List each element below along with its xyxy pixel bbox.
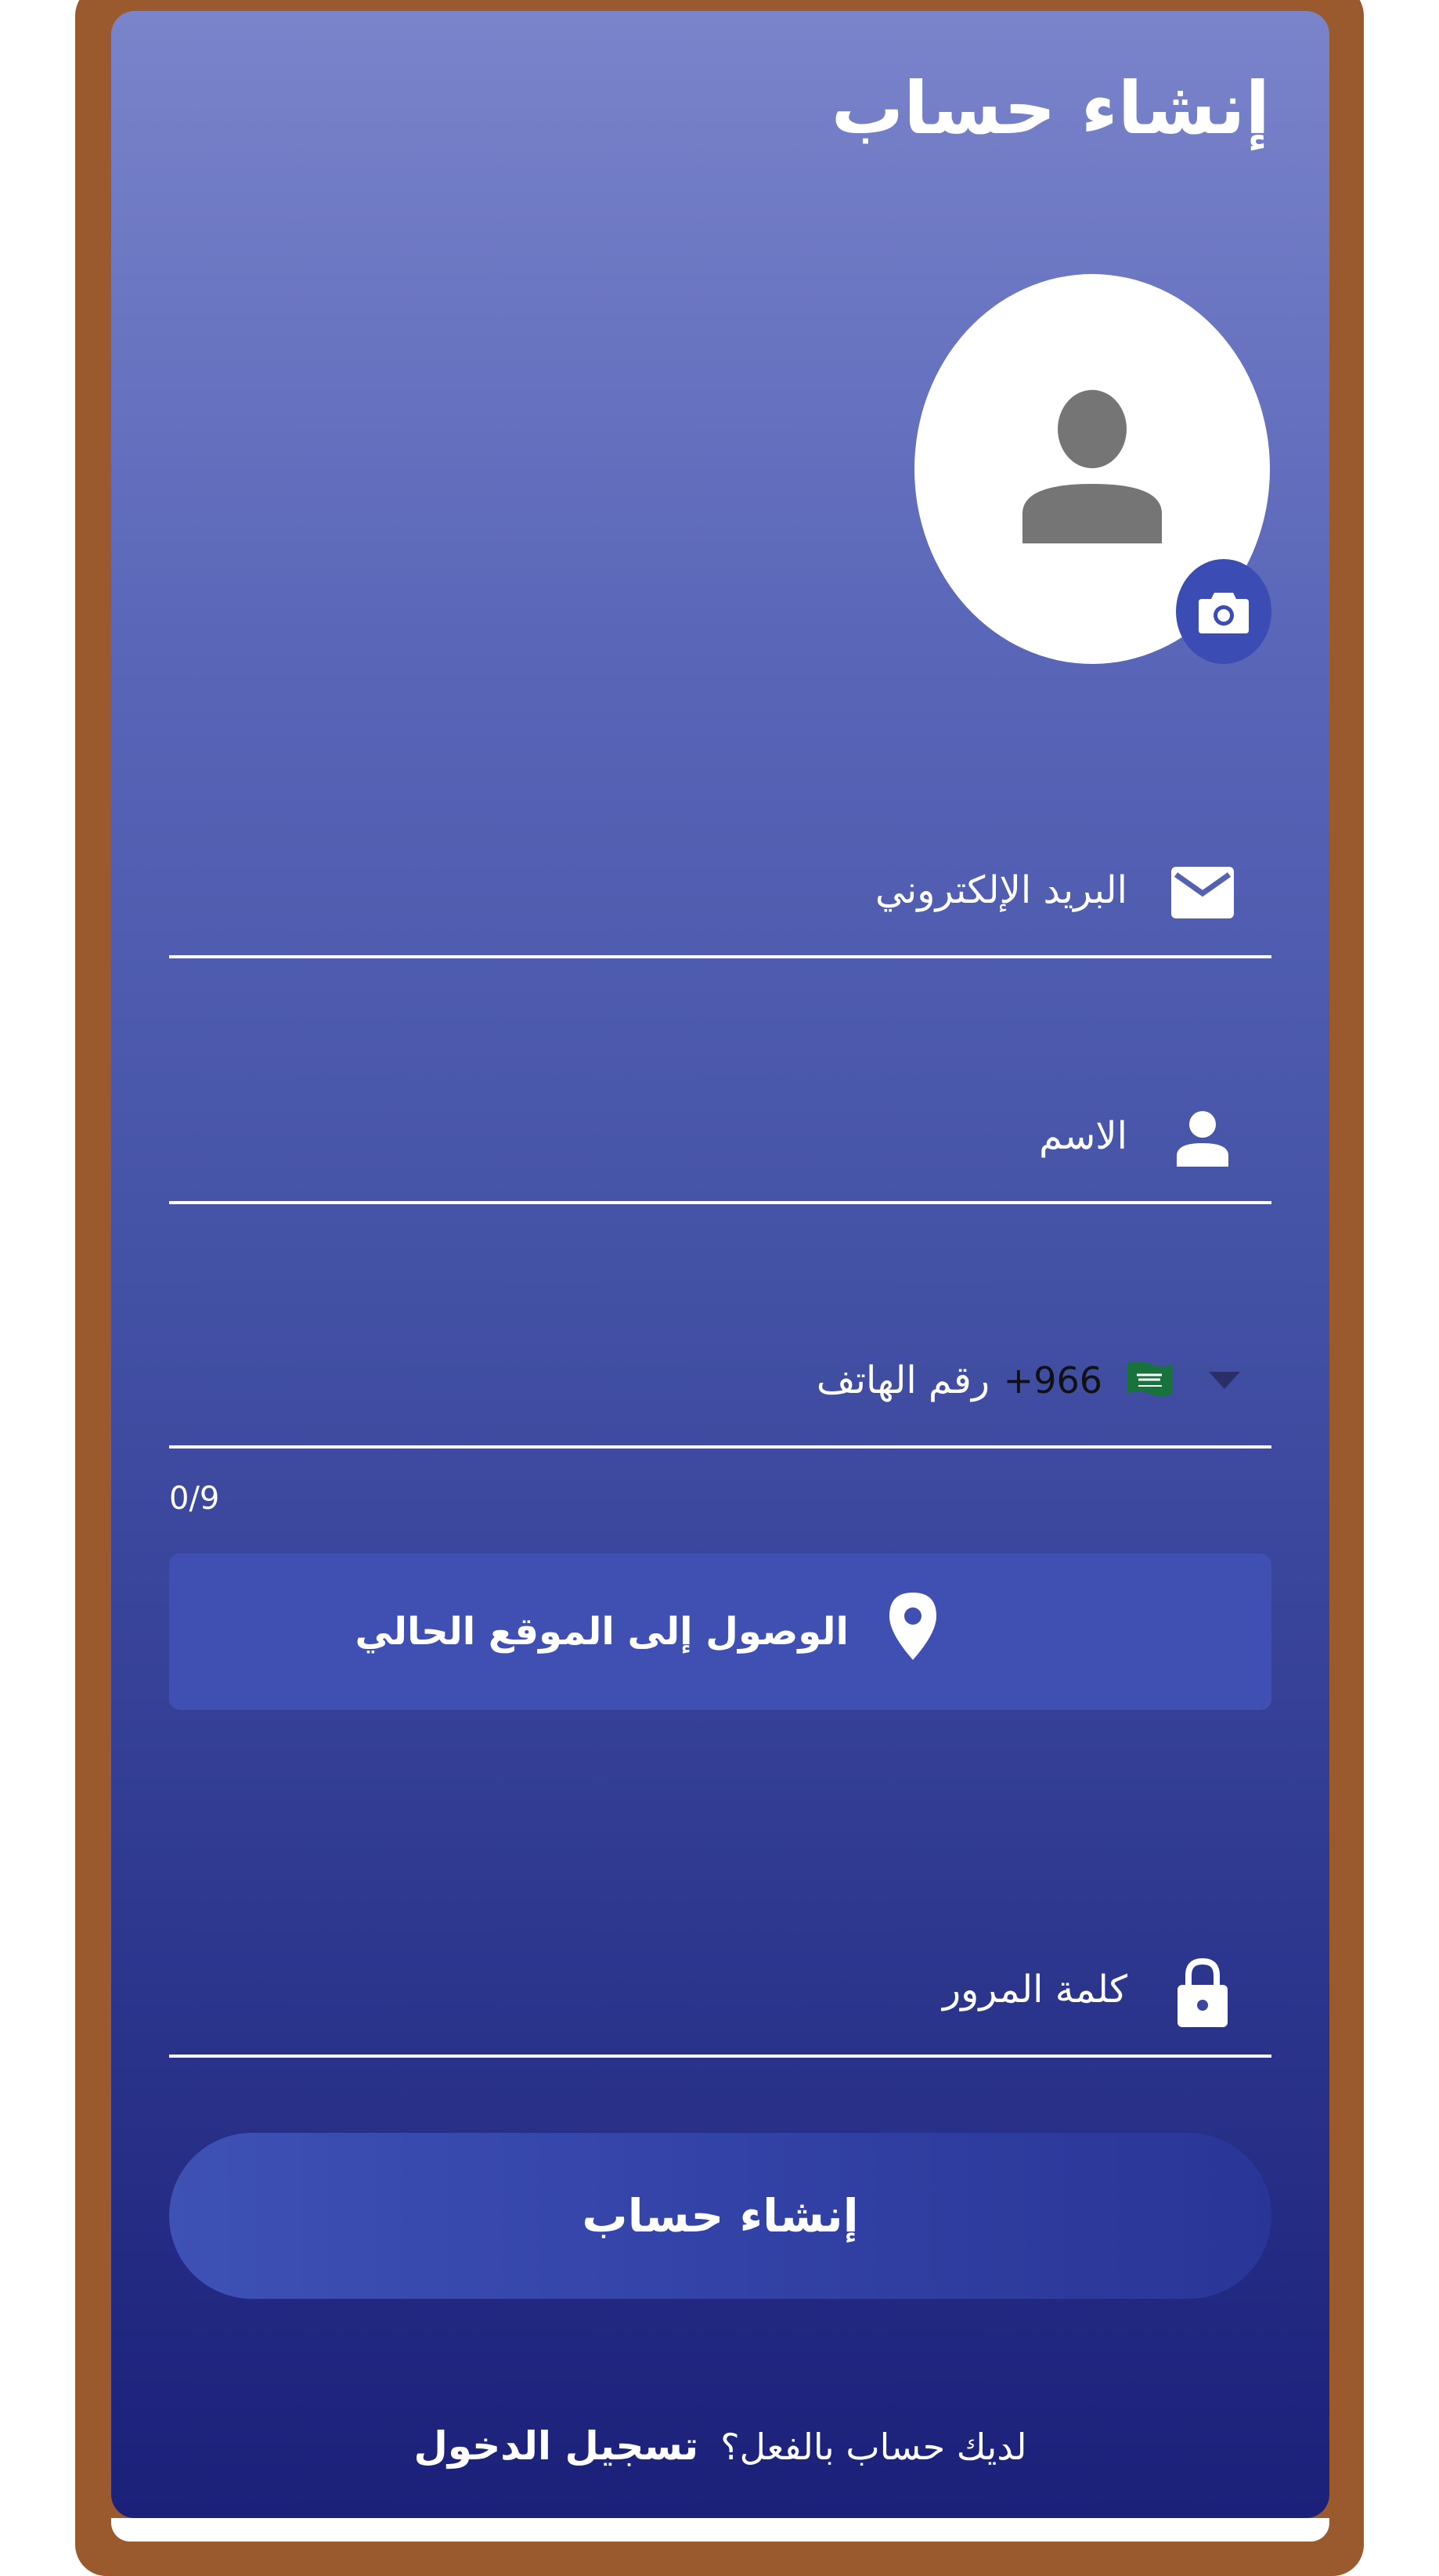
phone-field[interactable]: +966 رقم الهاتف bbox=[169, 1304, 1271, 1449]
camera-icon bbox=[1199, 593, 1249, 633]
login-link[interactable]: تسجيل الدخول bbox=[413, 2423, 698, 2469]
login-prompt: لديك حساب بالفعل؟ تسجيل الدخول bbox=[111, 2415, 1329, 2478]
phone-label: رقم الهاتف bbox=[816, 1358, 990, 1402]
chevron-down-icon[interactable] bbox=[1209, 1372, 1240, 1389]
password-label: كلمة المرور bbox=[942, 1968, 1127, 2011]
person-icon bbox=[1171, 1107, 1234, 1170]
current-location-label: الوصول إلى الموقع الحالي bbox=[355, 1610, 849, 1654]
phone-char-counter: 0/9 bbox=[169, 1481, 220, 1517]
email-label: البريد الإلكتروني bbox=[875, 868, 1127, 912]
email-field[interactable]: البريد الإلكتروني bbox=[169, 814, 1271, 958]
login-prompt-text: لديك حساب بالفعل؟ bbox=[720, 2426, 1027, 2468]
current-location-button[interactable]: الوصول إلى الموقع الحالي bbox=[169, 1553, 1271, 1710]
create-account-label: إنشاء حساب bbox=[582, 2189, 859, 2242]
password-field[interactable]: كلمة المرور bbox=[169, 1914, 1271, 2058]
phone-row: +966 رقم الهاتف bbox=[169, 1304, 1271, 1445]
map-pin-icon bbox=[889, 1593, 936, 1663]
change-photo-button[interactable] bbox=[1176, 559, 1271, 664]
page-title: إنشاء حساب bbox=[831, 67, 1270, 150]
signup-screen: إنشاء حساب البريد الإلكتروني الاسم +966 … bbox=[111, 11, 1329, 2518]
envelope-icon bbox=[1171, 861, 1234, 924]
name-label: الاسم bbox=[1039, 1114, 1127, 1158]
saudi-flag-icon[interactable] bbox=[1126, 1359, 1174, 1398]
create-account-button[interactable]: إنشاء حساب bbox=[169, 2133, 1271, 2299]
name-field[interactable]: الاسم bbox=[169, 1060, 1271, 1204]
lock-icon bbox=[1171, 1957, 1234, 2027]
bottom-strip bbox=[111, 2518, 1329, 2542]
country-code: +966 bbox=[1003, 1359, 1102, 1402]
